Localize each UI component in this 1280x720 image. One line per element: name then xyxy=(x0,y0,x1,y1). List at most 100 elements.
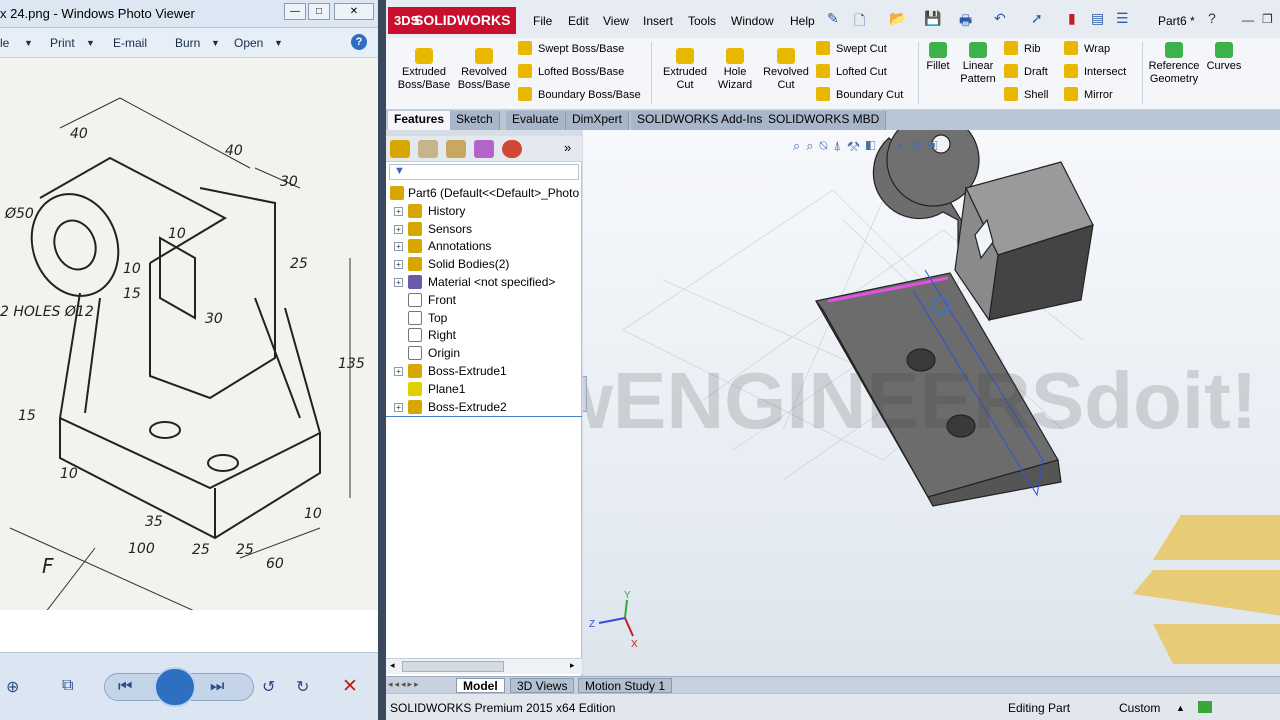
expand-panel-icon[interactable]: » xyxy=(564,140,571,155)
hole-wizard-button[interactable]: Hole Wizard xyxy=(708,48,762,92)
property-manager-icon[interactable] xyxy=(418,140,438,158)
previous-icon[interactable]: ⏮ xyxy=(118,678,132,696)
feature-manager-icon[interactable] xyxy=(390,140,410,158)
chevron-down-icon[interactable]: ▼ xyxy=(211,38,220,48)
filter-field[interactable]: ▼ xyxy=(389,164,579,180)
expand-icon[interactable]: + xyxy=(394,402,403,412)
menu-window[interactable]: Window xyxy=(731,14,774,28)
expand-icon[interactable]: + xyxy=(394,367,403,376)
options-icon[interactable]: ☰ xyxy=(1116,10,1129,27)
new-document-icon[interactable]: 🗋 xyxy=(854,10,865,34)
tab-evaluate[interactable]: Evaluate xyxy=(506,111,566,130)
heads-up-view-toolbar[interactable]: ⌕⌕⍉⍋⚒◧⬚◐◍▣ xyxy=(793,138,944,154)
menu-view[interactable]: View xyxy=(603,14,629,28)
fillet-button[interactable]: Fillet xyxy=(922,42,954,73)
expand-icon[interactable]: + xyxy=(394,278,403,287)
horizontal-scrollbar[interactable]: ◂ ▸ xyxy=(386,658,582,674)
pin-icon[interactable]: ✎ xyxy=(827,10,839,27)
tab-solidworks-mbd[interactable]: SOLIDWORKS MBD xyxy=(762,111,887,130)
chevron-up-icon[interactable]: ▲ xyxy=(1176,703,1185,713)
rollback-bar[interactable] xyxy=(386,416,582,417)
tab-model[interactable]: Model xyxy=(456,678,505,693)
minimize-icon[interactable]: — xyxy=(1242,13,1254,27)
rotate-counterclockwise-icon[interactable]: ↺ xyxy=(262,677,275,697)
chevron-down-icon[interactable]: ▼ xyxy=(274,38,283,48)
extruded-boss-base-button[interactable]: Extruded Boss/Base xyxy=(396,48,452,92)
extruded-cut-button[interactable]: Extruded Cut xyxy=(657,48,713,92)
menu-email[interactable]: E-mail xyxy=(113,36,147,50)
tab-sketch[interactable]: Sketch xyxy=(450,111,500,130)
viewport-window-controls[interactable]: ▭▭—▢ xyxy=(1195,130,1277,131)
solidworks-logo[interactable]: 3DS SOLIDWORKS xyxy=(388,7,516,34)
intersect-button[interactable]: Intersect xyxy=(1064,63,1126,81)
menu-edit[interactable]: Edit xyxy=(568,14,589,28)
dimxpert-manager-icon[interactable] xyxy=(474,140,494,158)
help-icon[interactable]: ? xyxy=(351,34,367,50)
slideshow-button[interactable] xyxy=(154,667,196,707)
menu-insert[interactable]: Insert xyxy=(643,14,673,28)
lofted-cut-button[interactable]: Lofted Cut xyxy=(816,63,887,81)
select-icon[interactable]: ➚ xyxy=(1031,10,1043,27)
photo-viewer-controls: ⊕ ⧉ ⏮ ⏭ ↺ ↻ ✕ xyxy=(0,652,378,720)
expand-icon[interactable]: + xyxy=(394,242,403,252)
actual-size-icon[interactable]: ⧉ xyxy=(62,677,73,695)
tab-dimxpert[interactable]: DimXpert xyxy=(566,111,630,130)
next-icon[interactable]: ⏭ xyxy=(210,678,224,696)
menu-burn[interactable]: Burn xyxy=(175,36,200,50)
undo-icon[interactable]: ↶ xyxy=(994,10,1006,27)
rib-button[interactable]: Rib xyxy=(1004,40,1041,58)
shell-button[interactable]: Shell xyxy=(1004,86,1048,104)
curves-button[interactable]: Curves xyxy=(1204,42,1244,73)
help-icon[interactable]: ? xyxy=(1208,10,1216,26)
chevron-down-icon[interactable]: ▼ xyxy=(24,38,33,48)
swept-cut-button[interactable]: Swept Cut xyxy=(816,40,887,58)
display-manager-icon[interactable] xyxy=(502,140,522,158)
file-properties-icon[interactable]: ▤ xyxy=(1091,10,1104,27)
open-icon[interactable]: 📂 xyxy=(889,10,906,27)
reference-geometry-button[interactable]: Reference Geometry xyxy=(1146,42,1202,86)
wrap-button[interactable]: Wrap xyxy=(1064,40,1110,58)
revolved-boss-base-button[interactable]: Revolved Boss/Base xyxy=(456,48,512,92)
chevron-down-icon[interactable]: ▼ xyxy=(86,38,95,48)
draft-button[interactable]: Draft xyxy=(1004,63,1048,81)
restore-icon[interactable]: ❐ xyxy=(1262,12,1273,26)
units-selector[interactable]: Custom xyxy=(1119,701,1160,715)
expand-icon[interactable]: + xyxy=(394,206,403,216)
print-icon[interactable]: 🖶 xyxy=(959,10,972,34)
rebuild-icon[interactable]: ▮ xyxy=(1068,10,1076,27)
tab-solidworks-add-ins[interactable]: SOLIDWORKS Add-Ins xyxy=(631,111,770,130)
rotate-clockwise-icon[interactable]: ↻ xyxy=(296,677,309,697)
menu-open[interactable]: Open xyxy=(234,36,263,50)
close-button[interactable]: ✕ xyxy=(334,3,374,20)
menu-help[interactable]: Help xyxy=(790,14,815,28)
scroll-thumb[interactable] xyxy=(402,661,504,672)
delete-icon[interactable]: ✕ xyxy=(342,675,358,698)
boundary-cut-button[interactable]: Boundary Cut xyxy=(816,86,903,104)
expand-icon[interactable]: + xyxy=(394,224,403,234)
menu-tools[interactable]: Tools xyxy=(688,14,716,28)
expand-icon[interactable]: + xyxy=(394,260,403,270)
zoom-icon[interactable]: ⊕ xyxy=(6,677,19,697)
tab-features[interactable]: Features xyxy=(388,111,452,130)
rebuild-status-icon[interactable] xyxy=(1198,701,1212,713)
menu-file[interactable]: le xyxy=(0,36,9,50)
revolved-cut-button[interactable]: Revolved Cut xyxy=(758,48,814,92)
scroll-left-icon[interactable]: ◂ xyxy=(390,660,395,671)
graphics-viewport[interactable]: Y Z X ⌕⌕⍉⍋⚒◧⬚◐◍▣ ▭▭—▢ howENGINEERSdoit! xyxy=(583,130,1280,676)
panel-collapse-handle[interactable] xyxy=(583,376,587,412)
tab-scroll-arrows[interactable]: ◂◂◂▸▸ xyxy=(388,679,421,690)
lofted-boss-base-button[interactable]: Lofted Boss/Base xyxy=(518,63,624,81)
configuration-manager-icon[interactable] xyxy=(446,140,466,158)
tab-3d-views[interactable]: 3D Views xyxy=(510,678,575,693)
linear-pattern-button[interactable]: Linear Pattern xyxy=(958,42,998,86)
swept-boss-base-button[interactable]: Swept Boss/Base xyxy=(518,40,624,58)
menu-print[interactable]: Print xyxy=(50,36,75,50)
menu-file[interactable]: File xyxy=(533,14,552,28)
minimize-button[interactable]: — xyxy=(284,3,306,20)
maximize-button[interactable]: □ xyxy=(308,3,330,20)
boundary-boss-base-button[interactable]: Boundary Boss/Base xyxy=(518,86,641,104)
save-icon[interactable]: 💾 xyxy=(924,10,941,27)
tab-motion-study[interactable]: Motion Study 1 xyxy=(578,678,673,693)
mirror-button[interactable]: Mirror xyxy=(1064,86,1113,104)
scroll-right-icon[interactable]: ▸ xyxy=(570,660,575,671)
